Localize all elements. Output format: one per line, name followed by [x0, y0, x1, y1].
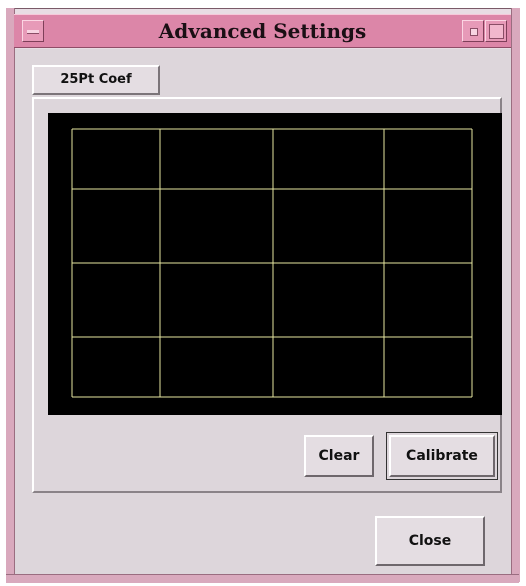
window-title: Advanced Settings [158, 19, 367, 43]
calibration-grid [71, 128, 473, 398]
tab-25pt-coef[interactable]: 25Pt Coef [32, 65, 160, 95]
title-bar[interactable]: Advanced Settings [14, 14, 511, 48]
calibrate-button[interactable]: Calibrate [389, 435, 495, 477]
maximize-button[interactable] [485, 20, 507, 42]
dialog-body: 25Pt Coef Clear Calibrate Close [15, 49, 511, 574]
window-border-right[interactable] [511, 8, 520, 582]
close-button[interactable]: Close [375, 516, 485, 566]
minimize-icon [470, 28, 478, 36]
window-border-left[interactable] [6, 8, 15, 582]
minimize-button[interactable] [462, 20, 484, 42]
calibration-grid-area[interactable] [48, 113, 502, 415]
window-border-bottom[interactable] [6, 574, 519, 583]
window-menu-icon [27, 30, 39, 34]
maximize-icon [489, 24, 504, 39]
calibration-panel: Clear Calibrate [32, 97, 502, 493]
clear-button[interactable]: Clear [304, 435, 374, 477]
calibrate-button-focus-ring: Calibrate [386, 432, 498, 480]
window-menu-button[interactable] [22, 20, 44, 42]
